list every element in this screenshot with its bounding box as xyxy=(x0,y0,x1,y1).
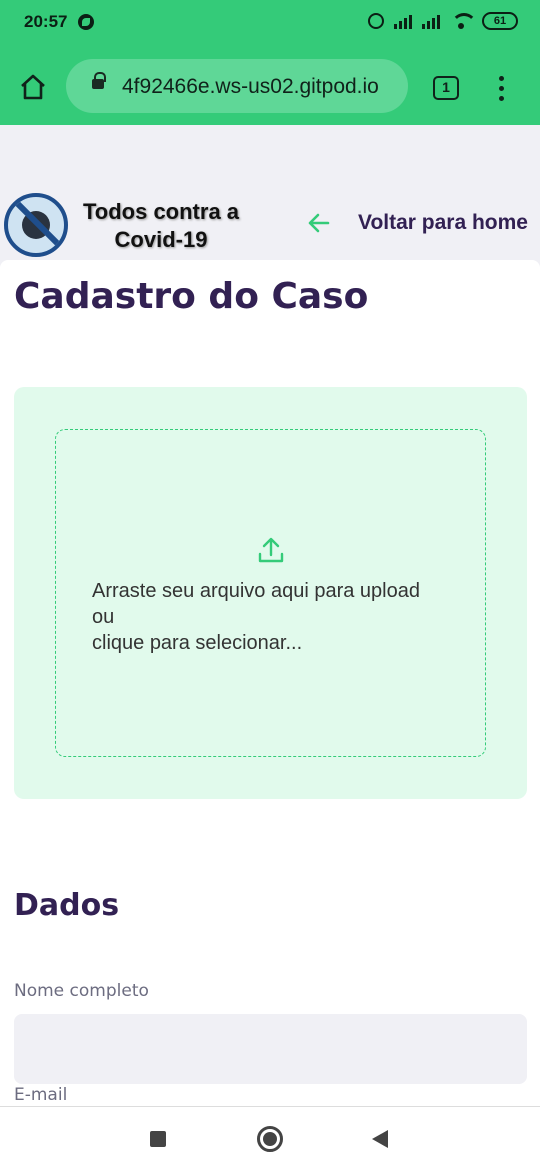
logo-line-1: Todos contra a xyxy=(82,199,240,224)
name-input[interactable] xyxy=(14,1014,527,1084)
upload-icon xyxy=(258,537,284,563)
tab-switcher-button[interactable]: 1 xyxy=(433,76,459,100)
signal-icon xyxy=(394,13,412,29)
section-title-dados: Dados xyxy=(14,888,120,923)
alarm-icon xyxy=(368,13,384,29)
back-to-home-link[interactable]: Voltar para home xyxy=(306,210,528,236)
home-nav-icon[interactable] xyxy=(257,1126,283,1152)
status-time: 20:57 xyxy=(24,12,68,31)
system-nav-bar xyxy=(0,1106,540,1170)
status-bar: 20:57 61 xyxy=(0,0,540,46)
logo-text: Todos contra a Covid-19 xyxy=(68,198,254,254)
home-icon[interactable] xyxy=(18,72,48,102)
name-label: Nome completo xyxy=(14,981,149,1001)
signal-icon-2 xyxy=(422,13,440,29)
status-icons: 61 xyxy=(368,12,518,30)
recent-apps-icon[interactable] xyxy=(150,1131,166,1147)
email-label: E-mail xyxy=(14,1085,68,1105)
back-link-label: Voltar para home xyxy=(358,211,528,234)
leaf-icon xyxy=(78,14,94,30)
url-text: 4f92466e.ws-us02.gitpod.io xyxy=(122,75,379,98)
overflow-menu-icon[interactable] xyxy=(496,76,506,102)
url-bar[interactable]: 4f92466e.ws-us02.gitpod.io xyxy=(66,59,408,113)
dropzone-line-3: clique para selecionar... xyxy=(92,632,303,654)
back-nav-icon[interactable] xyxy=(372,1130,388,1148)
covid-logo-icon xyxy=(4,193,68,257)
site-logo: Todos contra a Covid-19 xyxy=(4,192,254,258)
dropzone-line-1: Arraste seu arquivo aqui para upload xyxy=(92,580,420,602)
dropzone-line-2: ou xyxy=(92,606,115,628)
dropzone-text: Arraste seu arquivo aqui para upload ou … xyxy=(92,578,420,656)
browser-toolbar: 4f92466e.ws-us02.gitpod.io 1 xyxy=(0,46,540,125)
page-title: Cadastro do Caso xyxy=(14,276,369,317)
battery-icon: 61 xyxy=(482,12,518,30)
arrow-left-icon xyxy=(308,213,330,233)
lock-icon xyxy=(92,72,106,89)
logo-line-2: Covid-19 xyxy=(114,227,208,252)
wifi-icon xyxy=(450,13,477,29)
